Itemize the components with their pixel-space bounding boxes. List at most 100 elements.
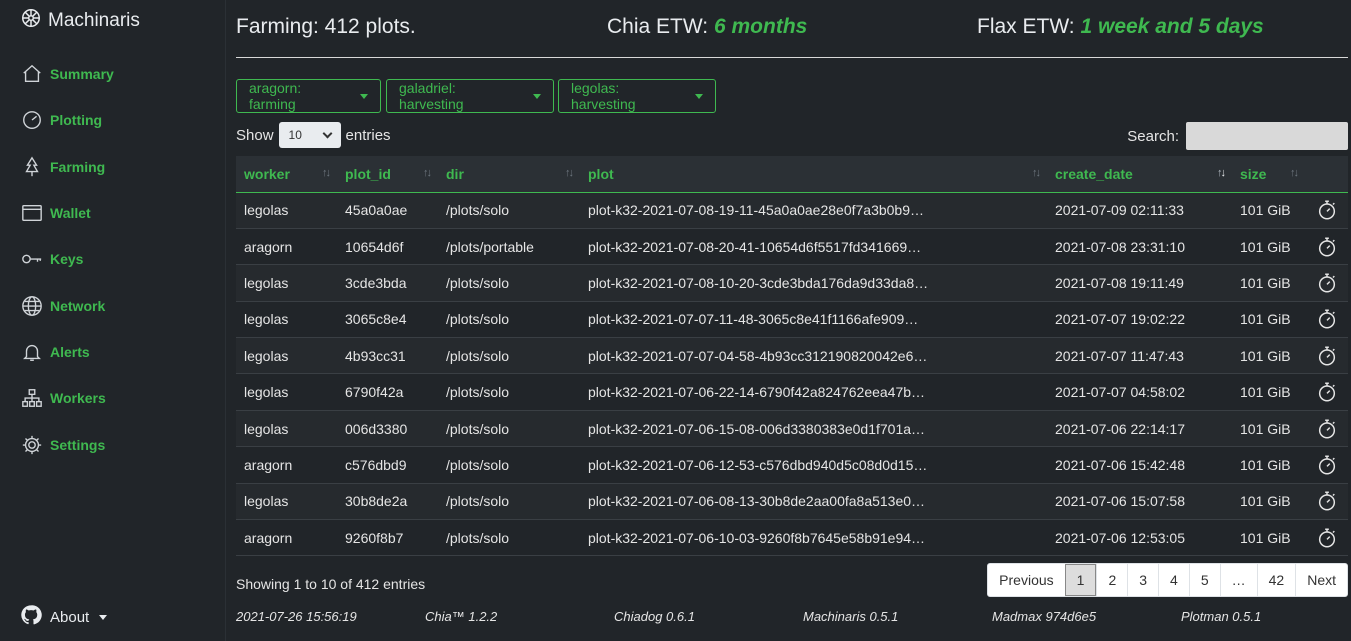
flax-etw-label: Flax ETW: xyxy=(977,15,1075,38)
cell-create-date: 2021-07-06 12:53:05 xyxy=(1055,529,1185,546)
cell-dir: /plots/solo xyxy=(446,493,510,510)
table-row: aragorn 9260f8b7/plots/solo plot-k32-2021-… xyxy=(236,519,1348,556)
cell-worker: legolas xyxy=(244,202,289,219)
sidebar-item-keys[interactable]: Keys xyxy=(20,247,83,270)
sidebar-item-farming[interactable]: Farming xyxy=(20,155,105,178)
stopwatch-icon[interactable] xyxy=(1305,192,1348,228)
cell-plot: plot-k32-2021-07-06-10-03-9260f8b7645e58… xyxy=(588,529,926,546)
globe-icon xyxy=(20,294,43,317)
flax-etw-value: 1 week and 5 days xyxy=(1080,15,1264,38)
sidebar-item-plotting[interactable]: Plotting xyxy=(20,108,102,131)
cell-create-date: 2021-07-07 19:02:22 xyxy=(1055,311,1185,328)
cell-size: 101 GiB xyxy=(1240,529,1291,546)
sidebar-item-label: Network xyxy=(50,297,106,314)
sidebar-item-settings[interactable]: Settings xyxy=(20,433,105,456)
sidebar-item-label: Plotting xyxy=(50,111,103,128)
cell-worker: legolas xyxy=(244,274,289,291)
sidebar-item-wallet[interactable]: Wallet xyxy=(20,201,91,224)
sidebar-item-workers[interactable]: Workers xyxy=(20,386,106,409)
caret-down-icon xyxy=(695,93,703,99)
cell-plot-id: 3065c8e4 xyxy=(345,311,407,328)
column-header-plot[interactable]: plot ↑↓ xyxy=(580,156,1047,192)
column-header-plot-id[interactable]: plot_id ↑↓ xyxy=(337,156,438,192)
sidebar-item-alerts[interactable]: Alerts xyxy=(20,340,90,363)
cell-size: 101 GiB xyxy=(1240,311,1291,328)
about-menu[interactable]: About xyxy=(20,604,108,630)
flax-etw: Flax ETW: 1 week and 5 days xyxy=(977,15,1264,39)
sidebar-item-network[interactable]: Network xyxy=(20,294,105,317)
cell-create-date: 2021-07-08 19:11:49 xyxy=(1055,274,1184,291)
cell-size: 101 GiB xyxy=(1240,384,1291,401)
cell-dir: /plots/solo xyxy=(446,202,510,219)
table-row: legolas 45a0a0ae/plots/solo plot-k32-2021-… xyxy=(236,192,1348,229)
pagination-page-1[interactable]: 1 xyxy=(1064,564,1097,596)
cell-plot: plot-k32-2021-07-08-19-11-45a0a0ae28e0f7… xyxy=(588,202,924,219)
table-row: aragorn c576dbd9/plots/solo plot-k32-2021-… xyxy=(236,446,1348,484)
column-header-create-date[interactable]: create_date ↑↓ xyxy=(1047,156,1232,192)
pagination-page-2[interactable]: 2 xyxy=(1096,564,1127,596)
column-header-dir[interactable]: dir ↑↓ xyxy=(438,156,580,192)
key-icon xyxy=(20,247,43,270)
column-header-size[interactable]: size ↑↓ xyxy=(1232,156,1305,192)
stopwatch-icon[interactable] xyxy=(1305,447,1348,483)
cell-create-date: 2021-07-09 02:11:33 xyxy=(1055,202,1184,219)
sidebar-item-summary[interactable]: Summary xyxy=(20,62,114,85)
stopwatch-icon[interactable] xyxy=(1305,301,1348,337)
stopwatch-icon[interactable] xyxy=(1305,228,1348,264)
cell-size: 101 GiB xyxy=(1240,238,1291,255)
search-input[interactable] xyxy=(1186,122,1348,150)
table-search: Search: xyxy=(1127,122,1348,150)
worker-button-galadriel[interactable]: galadriel: harvesting xyxy=(386,79,554,113)
entries-label: entries xyxy=(345,126,391,144)
cell-worker: legolas xyxy=(244,420,289,437)
plots-table: worker ↑↓ plot_id ↑↓ dir ↑↓ plot ↑↓ create_d… xyxy=(236,156,1348,556)
worker-button-label: aragorn: farming xyxy=(249,80,302,112)
worker-button-legolas[interactable]: legolas: harvesting xyxy=(558,79,716,113)
table-info: Showing 1 to 10 of 412 entries xyxy=(236,576,426,592)
github-icon xyxy=(20,604,42,630)
stopwatch-icon[interactable] xyxy=(1305,374,1348,410)
stopwatch-icon[interactable] xyxy=(1305,410,1348,446)
sidebar-item-label: Wallet xyxy=(50,204,91,221)
chia-etw-label: Chia ETW: xyxy=(607,15,709,38)
cell-worker: aragorn xyxy=(244,238,293,255)
cell-size: 101 GiB xyxy=(1240,420,1291,437)
column-header-actions xyxy=(1305,156,1348,192)
table-row: legolas 6790f42a/plots/solo plot-k32-2021-… xyxy=(236,373,1348,411)
worker-button-aragorn[interactable]: aragorn: farming xyxy=(236,79,381,113)
caret-down-icon xyxy=(99,614,108,620)
pagination-next[interactable]: Next xyxy=(1295,564,1347,596)
footer-machinaris-version: Machinaris 0.5.1 xyxy=(803,609,899,624)
table-row: legolas 3cde3bda/plots/solo plot-k32-2021-… xyxy=(236,264,1348,302)
cell-plot: plot-k32-2021-07-06-22-14-6790f42a824762… xyxy=(588,384,926,401)
cell-size: 101 GiB xyxy=(1240,202,1291,219)
stopwatch-icon[interactable] xyxy=(1305,338,1348,374)
entries-select[interactable]: 10 xyxy=(278,122,341,148)
pagination-page-42[interactable]: 42 xyxy=(1256,564,1296,596)
brand[interactable]: Machinaris xyxy=(20,7,140,35)
cell-plot: plot-k32-2021-07-06-08-13-30b8de2aa00fa8… xyxy=(588,493,926,510)
pagination-page-5[interactable]: 5 xyxy=(1188,564,1220,596)
table-row: legolas 4b93cc31/plots/solo plot-k32-2021-… xyxy=(236,337,1348,374)
pagination-previous[interactable]: Previous xyxy=(988,564,1064,596)
stopwatch-icon[interactable] xyxy=(1305,483,1348,519)
stopwatch-icon[interactable] xyxy=(1305,265,1348,301)
column-header-worker[interactable]: worker ↑↓ xyxy=(236,156,337,192)
cell-plot-id: 9260f8b7 xyxy=(345,529,404,546)
cell-create-date: 2021-07-08 23:31:10 xyxy=(1055,238,1185,255)
sidebar-item-label: Keys xyxy=(50,250,84,267)
sidebar-item-label: Alerts xyxy=(50,343,90,360)
gear-icon xyxy=(20,433,43,456)
stopwatch-icon[interactable] xyxy=(1305,520,1348,556)
cell-create-date: 2021-07-07 11:47:43 xyxy=(1055,347,1184,364)
summary-header: Farming: 412 plots. Chia ETW: 6 months F… xyxy=(236,14,1348,58)
logo-icon xyxy=(20,7,42,35)
show-label: Show xyxy=(236,126,274,144)
sort-icon: ↑↓ xyxy=(322,167,331,179)
pagination-page-3[interactable]: 3 xyxy=(1127,564,1158,596)
cell-dir: /plots/solo xyxy=(446,311,510,328)
pagination-page-4[interactable]: 4 xyxy=(1158,564,1189,596)
farming-summary: Farming: 412 plots. xyxy=(236,15,416,38)
cell-worker: legolas xyxy=(244,311,289,328)
pagination-ellipsis: … xyxy=(1219,564,1257,596)
